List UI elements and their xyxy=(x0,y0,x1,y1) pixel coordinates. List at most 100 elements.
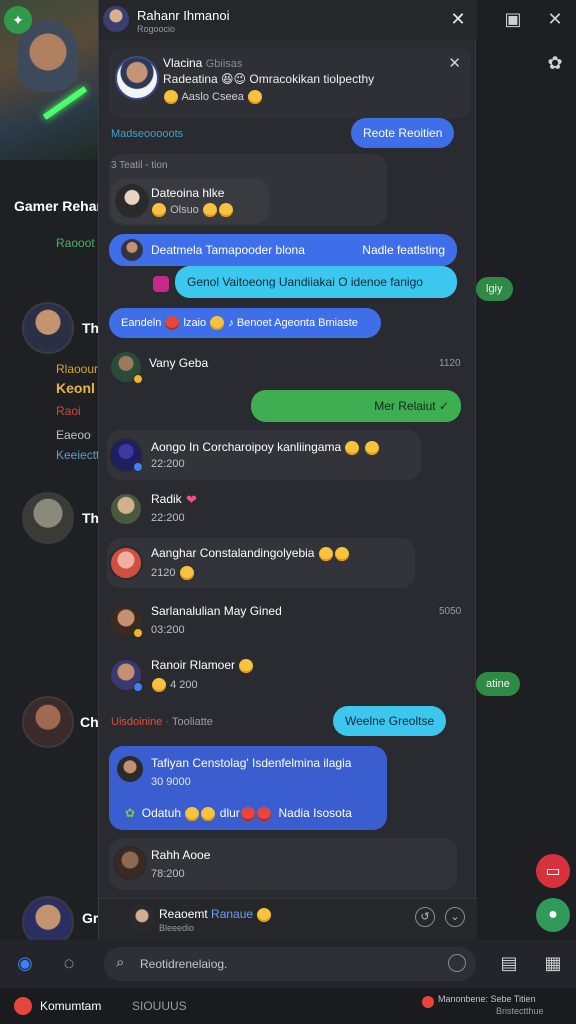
sticker-icon[interactable] xyxy=(153,276,169,292)
chat-subtitle: Rogoocio xyxy=(137,24,176,34)
status-left: Komumtam xyxy=(40,999,102,1013)
status-right-top: Manonbene: Sebe Titien xyxy=(438,994,536,1004)
feed-row-name: Th xyxy=(82,510,100,526)
feed-title: Gamer Rehar xyxy=(14,198,102,214)
reply-button[interactable]: Weelne Greoltse xyxy=(333,706,447,736)
status-dot xyxy=(133,682,143,692)
avatar xyxy=(121,239,143,261)
sticker-icon[interactable]: ▦ xyxy=(542,952,564,974)
chat-icon[interactable]: ◌ xyxy=(58,952,80,974)
app-logo-icon xyxy=(14,997,32,1015)
avatar[interactable] xyxy=(109,546,143,580)
avatar[interactable] xyxy=(115,56,159,100)
chat-fab-icon[interactable]: ▭ xyxy=(536,854,570,888)
avatar[interactable] xyxy=(129,905,155,931)
status-pill: atine xyxy=(476,672,520,696)
avatar[interactable] xyxy=(115,184,149,218)
chat-header: Rahanr Ihmanoi Rogoocio ✕ xyxy=(99,0,477,40)
feed-subtitle: Raooot xyxy=(56,236,95,250)
profile-message: Radeatina 😆😉 Omracokikan tiolpecthy xyxy=(163,72,375,86)
feed-row-line: Keeiectt xyxy=(56,448,100,462)
message-text: Mer Relaiut xyxy=(374,399,436,413)
gallery-icon[interactable]: ▣ xyxy=(502,8,524,30)
avatar[interactable] xyxy=(22,696,74,748)
avatar[interactable] xyxy=(117,756,143,782)
chat-panel: Rahanr Ihmanoi Rogoocio ✕ Vlacina Gbiisa… xyxy=(98,0,477,940)
status-dot xyxy=(133,628,143,638)
feed-row-name: Gr xyxy=(82,910,99,926)
feed-row-line: Rlaoour xyxy=(56,362,99,376)
message-meta: Olsuo xyxy=(151,203,234,217)
profile-card[interactable]: Vlacina Gbiisas Radeatina 😆😉 Omracokikan… xyxy=(109,48,471,118)
timestamp: 1120 xyxy=(439,358,461,369)
right-panel: ▣ ✕ ✿ lgiy atine xyxy=(476,0,576,940)
avatar[interactable] xyxy=(109,492,143,526)
hero-image[interactable]: ✦ xyxy=(0,0,100,160)
close-icon[interactable]: ✕ xyxy=(448,54,461,72)
close-icon[interactable]: ✕ xyxy=(449,10,467,28)
reply-icon[interactable]: ↺ xyxy=(415,907,435,927)
message-time: 30 9000 xyxy=(151,776,191,788)
message-bubble[interactable]: Genol Vaitoeong Uandiiakai O idenoe fani… xyxy=(175,266,457,298)
conversation-row[interactable] xyxy=(107,430,421,480)
message-bubble[interactable]: Mer Relaiut ✓ xyxy=(251,390,461,422)
panel-footer: Reaoemt Ranaue Bleeedio ↺ ⌄ xyxy=(99,898,477,940)
app-badge-icon[interactable]: ✦ xyxy=(4,6,32,34)
reply-button[interactable]: Reote Reoitien xyxy=(351,118,455,148)
message-fab-icon[interactable]: ● xyxy=(536,898,570,932)
date-label: 3 Teatil - tion xyxy=(111,160,168,171)
conversation-name: Aongo In Corcharoipoy kanliingama xyxy=(151,440,380,455)
settings-icon[interactable]: ✿ xyxy=(544,52,566,74)
alert-icon xyxy=(422,996,434,1008)
message-title: Tafiyan Censtolag' Isdenfelmina ilagia xyxy=(151,756,352,770)
feed-row-line: Raoi xyxy=(56,404,81,418)
feed-row-name: Th xyxy=(82,320,100,336)
home-icon[interactable]: ◉ xyxy=(14,952,36,974)
avatar[interactable] xyxy=(22,492,74,544)
conversation-row[interactable] xyxy=(109,838,457,890)
status-dot xyxy=(133,462,143,472)
status-pill: lgiy xyxy=(476,277,513,301)
profile-meta: Aaslo Cseea xyxy=(163,90,263,104)
status-dot xyxy=(133,374,143,384)
more-icon[interactable]: ⌄ xyxy=(445,907,465,927)
message-bubble[interactable]: Eandeln lzaio ♪ Benoet Ageonta Bmiaste xyxy=(109,308,381,338)
sender-name: Dateoina hlke xyxy=(151,186,225,200)
feed-row-name: Ch xyxy=(80,714,99,730)
timestamp: 5050 xyxy=(439,606,462,617)
status-mid: SIOUUUS xyxy=(132,999,187,1013)
keyboard-icon[interactable]: ▤ xyxy=(498,952,520,974)
profile-name: Vlacina Gbiisas xyxy=(163,56,243,70)
footer-name: Reaoemt Ranaue xyxy=(159,907,272,922)
conversation-time: 78:200 xyxy=(151,868,185,880)
message-text: Deatmela Tamapooder blona xyxy=(151,243,305,257)
app-root: ✦ Gamer Rehar Raooot Th Rlaoour Keonl Ra… xyxy=(0,0,576,1024)
feed-row-line: Eaeoo xyxy=(56,428,91,442)
search-input[interactable]: ⌕ Reotidrenelaiog. xyxy=(104,947,476,981)
avatar[interactable] xyxy=(103,6,129,32)
conversation-time: 22:200 xyxy=(151,512,185,524)
status-bar: Komumtam SIOUUUS Manonbene: Sebe Titien … xyxy=(0,988,576,1024)
search-placeholder: Reotidrenelaiog. xyxy=(140,957,228,971)
footer-sub: Bleeedio xyxy=(159,923,195,933)
message-text: Nadle featlsting xyxy=(362,243,445,257)
conversation-name: Aanghar Constalandingolyebia xyxy=(151,546,350,561)
section-label: Uisdoinine · Tooliatte xyxy=(111,716,213,728)
conversation-time: 03:200 xyxy=(151,624,185,636)
chat-title: Rahanr Ihmanoi xyxy=(137,8,230,23)
conversation-name: Rahh Aooe xyxy=(151,848,211,862)
avatar[interactable] xyxy=(22,302,74,354)
conversation-name: Radik ❤ xyxy=(151,492,197,507)
conversation-time: 2120 xyxy=(151,566,195,580)
status-right-bottom: Bristectthue xyxy=(496,1006,544,1016)
avatar[interactable] xyxy=(113,846,147,880)
close-icon[interactable]: ✕ xyxy=(544,8,566,30)
feed-row-line: Keonl xyxy=(56,380,95,396)
conversation-time: 22:200 xyxy=(151,458,185,470)
conversation-name: Ranoir Rlamoer xyxy=(151,658,254,673)
message-text: ✿ Odatuh dlur Nadia Isosota xyxy=(125,806,352,821)
voice-icon[interactable] xyxy=(448,954,466,972)
search-icon: ⌕ xyxy=(116,954,125,971)
message-bubble[interactable]: Deatmela Tamapooder blona Nadle featlsti… xyxy=(109,234,457,266)
sender-name: Vany Geba xyxy=(149,356,209,370)
